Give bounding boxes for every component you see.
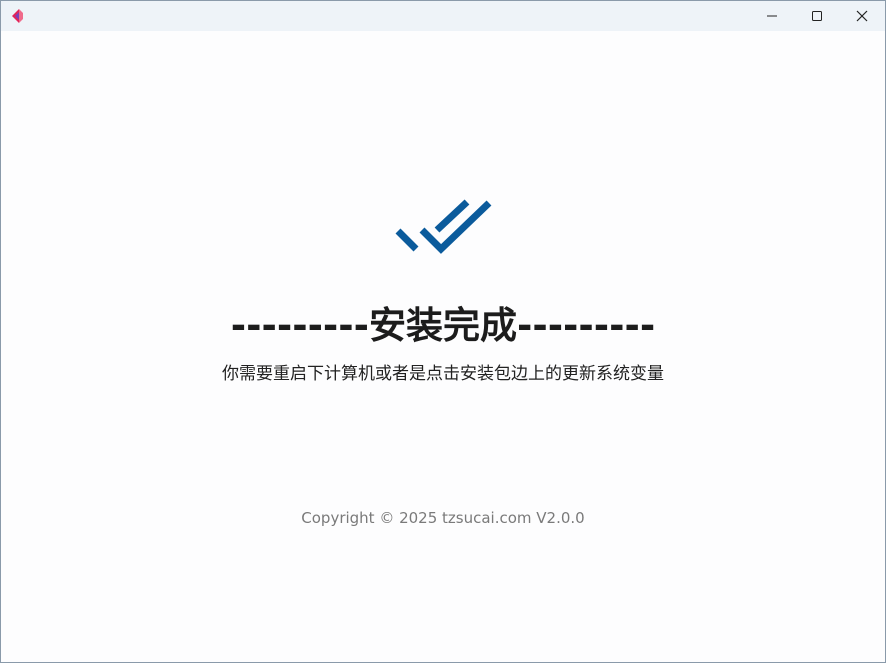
minimize-button[interactable]: [749, 1, 795, 31]
maximize-icon: [811, 10, 823, 22]
copyright-text: Copyright © 2025 tzsucai.com V2.0.0: [301, 509, 585, 527]
restart-instruction-text: 你需要重启下计算机或者是点击安装包边上的更新系统变量: [222, 364, 664, 384]
install-complete-heading: ---------安装完成---------: [230, 304, 656, 347]
maximize-button[interactable]: [794, 1, 840, 31]
close-icon: [856, 10, 868, 22]
close-button[interactable]: [839, 1, 885, 31]
main-content: ---------安装完成--------- 你需要重启下计算机或者是点击安装包…: [1, 32, 885, 662]
title-bar[interactable]: [1, 1, 885, 31]
double-check-icon: [393, 197, 495, 259]
app-logo-icon: [10, 8, 26, 24]
minimize-icon: [766, 10, 778, 22]
installer-window: ---------安装完成--------- 你需要重启下计算机或者是点击安装包…: [0, 0, 886, 663]
